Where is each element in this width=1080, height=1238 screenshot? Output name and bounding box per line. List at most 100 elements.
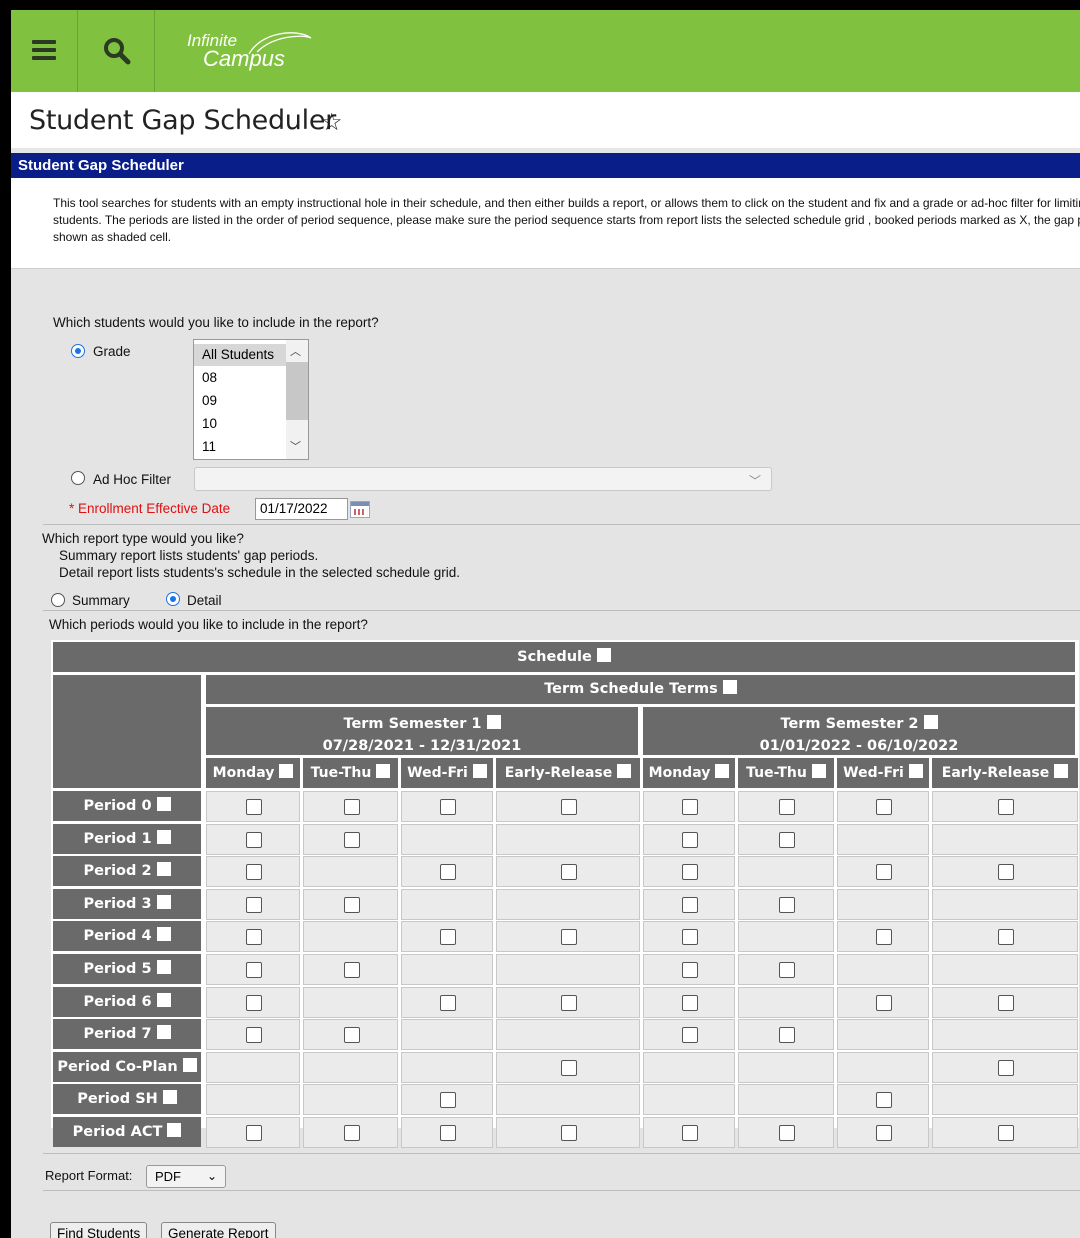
grade-option[interactable]: 08 [194, 367, 286, 389]
semester-checkbox[interactable] [486, 715, 501, 729]
grade-option[interactable]: 11 [194, 436, 286, 458]
grade-listbox[interactable]: All Students 08 09 10 11 ︿ ﹀ [193, 339, 309, 460]
menu-button[interactable] [11, 10, 78, 92]
period-day-checkbox[interactable] [246, 1125, 262, 1141]
period-checkbox[interactable] [156, 797, 171, 811]
period-day-checkbox[interactable] [998, 864, 1014, 880]
period-day-checkbox[interactable] [682, 962, 698, 978]
favorite-star-icon[interactable]: ☆ [321, 108, 343, 137]
day-checkbox[interactable] [279, 764, 294, 778]
period-day-checkbox[interactable] [246, 962, 262, 978]
grade-option[interactable]: 09 [194, 390, 286, 412]
period-day-checkbox[interactable] [343, 799, 360, 815]
period-checkbox[interactable] [162, 1090, 177, 1104]
period-day-checkbox[interactable] [440, 929, 456, 945]
period-day-checkbox[interactable] [561, 1060, 577, 1076]
period-checkbox[interactable] [156, 927, 171, 941]
period-day-checkbox[interactable] [779, 1125, 795, 1141]
period-day-checkbox[interactable] [998, 929, 1014, 945]
period-day-checkbox[interactable] [779, 799, 795, 815]
period-day-checkbox[interactable] [998, 1125, 1014, 1141]
report-format-select[interactable]: PDF ⌄ [146, 1165, 226, 1188]
period-day-checkbox[interactable] [561, 929, 577, 945]
day-checkbox[interactable] [908, 764, 923, 778]
period-day-checkbox[interactable] [246, 832, 262, 848]
scrollbar-thumb[interactable] [286, 362, 308, 420]
period-day-checkbox[interactable] [246, 929, 262, 945]
period-day-checkbox[interactable] [779, 897, 795, 913]
grade-radio[interactable] [71, 344, 85, 358]
period-day-checkbox[interactable] [876, 799, 892, 815]
period-checkbox[interactable] [156, 862, 171, 876]
period-day-checkbox[interactable] [682, 897, 698, 913]
day-checkbox[interactable] [1054, 764, 1069, 778]
day-checkbox[interactable] [617, 764, 632, 778]
period-day-checkbox[interactable] [561, 995, 577, 1011]
search-button[interactable] [78, 10, 155, 92]
generate-report-button[interactable]: Generate Report [161, 1222, 276, 1238]
period-day-checkbox[interactable] [876, 1125, 892, 1141]
scroll-down-icon[interactable]: ﹀ [290, 438, 301, 454]
period-day-checkbox[interactable] [876, 995, 892, 1011]
period-day-checkbox[interactable] [440, 995, 456, 1011]
period-day-checkbox[interactable] [561, 864, 577, 880]
summary-radio[interactable] [51, 593, 65, 607]
period-day-checkbox[interactable] [779, 832, 795, 848]
period-day-checkbox[interactable] [779, 1027, 795, 1043]
period-checkbox[interactable] [156, 895, 171, 909]
enrollment-date-input[interactable]: 01/17/2022 [255, 498, 348, 520]
period-day-checkbox[interactable] [343, 962, 360, 978]
period-day-checkbox[interactable] [682, 1027, 698, 1043]
scroll-up-icon[interactable]: ︿ [290, 343, 301, 359]
period-day-checkbox[interactable] [343, 1027, 360, 1043]
period-day-checkbox[interactable] [246, 799, 262, 815]
period-day-checkbox[interactable] [779, 962, 795, 978]
period-checkbox[interactable] [156, 830, 171, 844]
semester-checkbox[interactable] [923, 715, 938, 729]
day-checkbox[interactable] [376, 764, 391, 778]
period-day-checkbox[interactable] [682, 832, 698, 848]
grade-scrollbar[interactable]: ︿ ﹀ [286, 340, 308, 459]
grade-option[interactable]: All Students [194, 344, 286, 366]
period-day-checkbox[interactable] [246, 995, 262, 1011]
day-checkbox[interactable] [811, 764, 826, 778]
day-checkbox[interactable] [715, 764, 730, 778]
period-day-checkbox[interactable] [440, 799, 456, 815]
detail-radio[interactable] [166, 592, 180, 606]
adhoc-radio[interactable] [71, 471, 85, 485]
period-day-checkbox[interactable] [876, 864, 892, 880]
period-day-checkbox[interactable] [682, 929, 698, 945]
find-students-button[interactable]: Find Students [50, 1222, 148, 1238]
period-day-checkbox[interactable] [246, 864, 262, 880]
period-checkbox[interactable] [156, 993, 171, 1007]
period-day-checkbox[interactable] [682, 995, 698, 1011]
period-day-checkbox[interactable] [682, 864, 698, 880]
period-day-checkbox[interactable] [246, 897, 262, 913]
period-day-checkbox[interactable] [343, 832, 360, 848]
period-day-checkbox[interactable] [998, 1060, 1014, 1076]
grade-option[interactable]: 10 [194, 413, 286, 435]
day-checkbox[interactable] [472, 764, 487, 778]
calendar-icon[interactable] [350, 501, 370, 518]
period-checkbox[interactable] [167, 1123, 182, 1137]
period-day-checkbox[interactable] [998, 799, 1014, 815]
period-checkbox[interactable] [182, 1058, 197, 1072]
adhoc-filter-select[interactable]: ﹀ [194, 467, 772, 491]
schedule-checkbox[interactable] [596, 648, 611, 662]
period-day-checkbox[interactable] [246, 1027, 262, 1043]
period-day-checkbox[interactable] [343, 897, 360, 913]
period-day-checkbox[interactable] [682, 1125, 698, 1141]
period-checkbox[interactable] [156, 1025, 171, 1039]
period-checkbox[interactable] [156, 960, 171, 974]
period-day-checkbox[interactable] [876, 1092, 892, 1108]
period-day-checkbox[interactable] [561, 799, 577, 815]
period-day-checkbox[interactable] [440, 1092, 456, 1108]
period-day-checkbox[interactable] [998, 995, 1014, 1011]
terms-checkbox[interactable] [722, 680, 737, 694]
period-day-checkbox[interactable] [440, 864, 456, 880]
period-day-checkbox[interactable] [343, 1125, 360, 1141]
period-day-checkbox[interactable] [440, 1125, 456, 1141]
period-day-checkbox[interactable] [876, 929, 892, 945]
period-day-checkbox[interactable] [682, 799, 698, 815]
period-day-checkbox[interactable] [561, 1125, 577, 1141]
